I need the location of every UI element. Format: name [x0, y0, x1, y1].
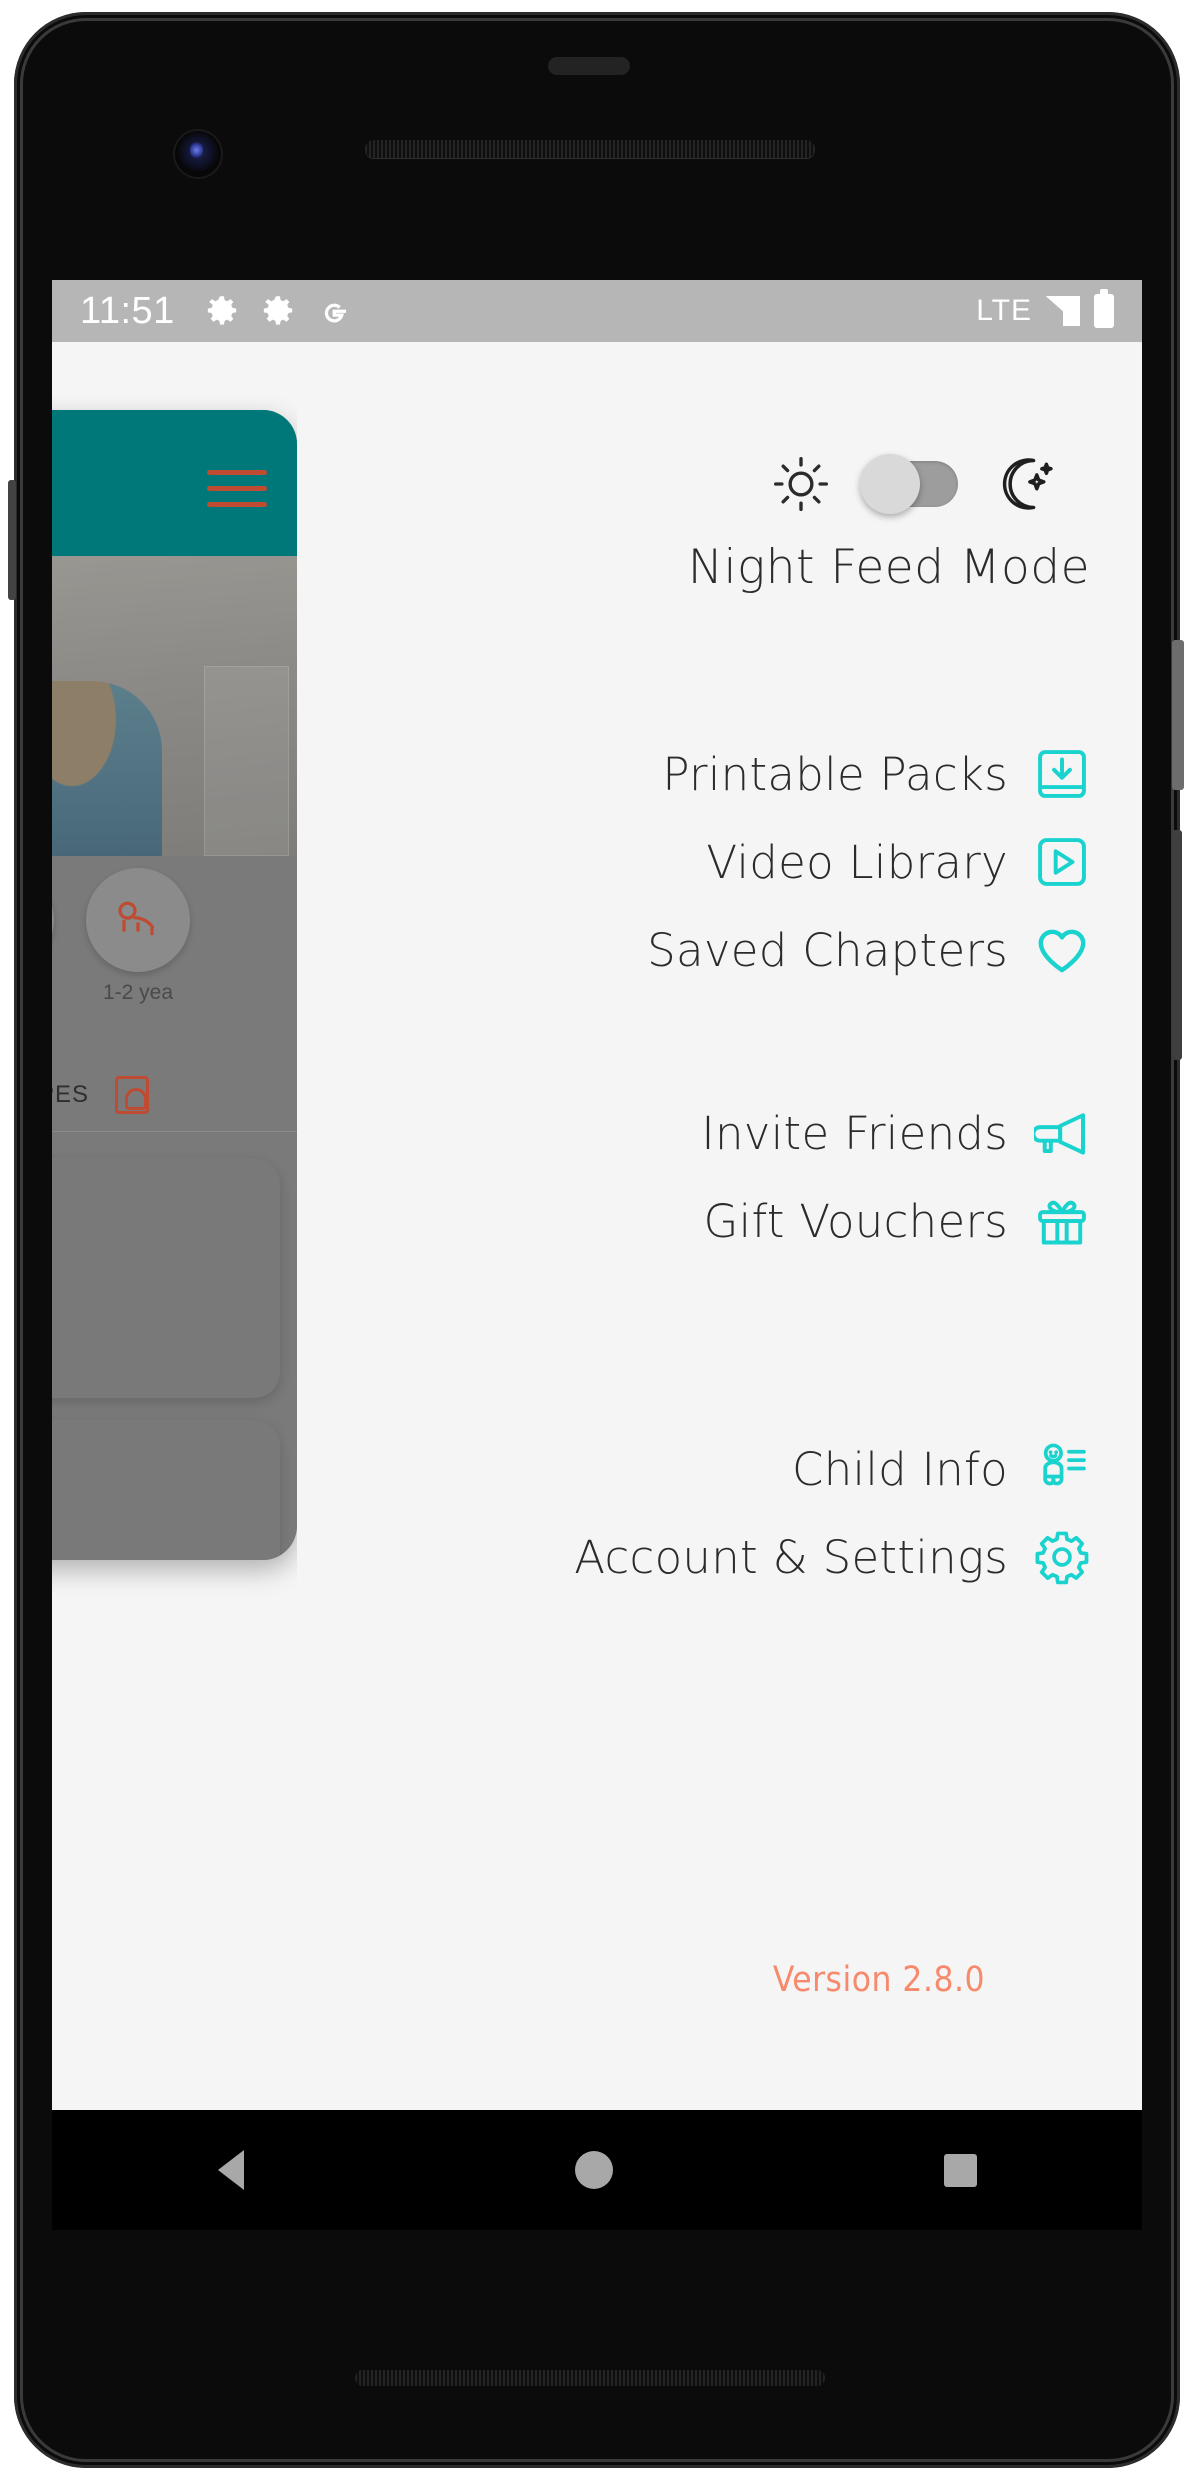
tab-label: RECIPES [52, 1080, 90, 1108]
menu-item-account-settings[interactable]: Account & Settings [297, 1513, 1090, 1601]
volume-button[interactable] [1172, 830, 1182, 1060]
tab-recipes[interactable]: RECIPES [52, 1076, 89, 1114]
night-feed-mode-block: Night Feed Mode [297, 452, 1090, 595]
status-system-icons: LTE [976, 289, 1114, 328]
menu-item-label: Printable Packs [662, 747, 1008, 801]
earpiece-speaker [365, 140, 815, 158]
bottom-speaker [355, 2370, 825, 2386]
background-app-preview[interactable]: a nths [52, 410, 297, 1560]
phone-screen: 11:51 LTE 1-2 yea ES Night Feed Mode Pri… [52, 280, 1142, 2110]
menu-item-label: Child Info [792, 1442, 1008, 1496]
network-type-label: LTE [976, 294, 1032, 327]
moon-stars-icon [1002, 458, 1053, 510]
android-nav-bar [52, 2110, 1142, 2230]
front-camera [175, 131, 221, 177]
age-pill-label: 1-2 yea [102, 981, 174, 1004]
power-button[interactable] [1172, 640, 1184, 790]
drawer-footer: © Louenna Version 2.8.0 [52, 1960, 1037, 2000]
baby-crawling-icon [86, 868, 190, 972]
menu-item-label: Video Library [706, 835, 1008, 889]
status-bar: 11:51 LTE [52, 280, 1142, 342]
background-card[interactable]: op! [52, 1420, 280, 1560]
top-notch [548, 57, 630, 75]
age-pill-label: 6-12 months [52, 981, 54, 1031]
gift-icon [1038, 1200, 1086, 1245]
night-feed-toggle[interactable] [860, 454, 958, 514]
gear-icon [263, 296, 292, 325]
night-feed-controls [770, 452, 1090, 516]
menu-item-invite-friends[interactable]: Invite Friends [297, 1089, 1090, 1177]
heart-icon [1038, 929, 1086, 973]
status-time: 11:51 [80, 289, 175, 332]
menu-item-saved-chapters[interactable]: Saved Chapters [297, 906, 1090, 994]
age-filter-row: nths 6-12 months [52, 862, 297, 1042]
hamburger-icon[interactable] [207, 470, 267, 518]
recents-square-icon[interactable] [943, 2153, 977, 2187]
play-box-icon [1038, 838, 1086, 886]
phone-device: 11:51 LTE 1-2 yea ES Night Feed Mode Pri… [0, 0, 1194, 2480]
menu-item-printable-packs[interactable]: Printable Packs [297, 730, 1090, 818]
menu-group-social: Invite Friends Gift Vouchers [297, 1089, 1090, 1265]
night-feed-label: Night Feed Mode [687, 540, 1090, 595]
back-triangle-icon[interactable] [217, 2150, 244, 2190]
background-tab-row: GS RECIPES [52, 1058, 297, 1132]
status-notification-icons [205, 294, 351, 328]
background-card[interactable]: na [52, 1158, 280, 1398]
baby-info-icon [1043, 1443, 1086, 1486]
tab-extra[interactable] [115, 1075, 150, 1114]
menu-group-account: Child Info Account & Settings [297, 1425, 1090, 1601]
home-circle-icon[interactable] [574, 2151, 613, 2189]
google-g-icon [324, 303, 346, 323]
signal-icon [1046, 296, 1080, 326]
toggle-knob [860, 454, 920, 514]
menu-item-label: Account & Settings [574, 1530, 1008, 1584]
app-content: a nths [52, 342, 1142, 2110]
menu-item-label: Invite Friends [701, 1106, 1008, 1160]
background-hero-photo [52, 556, 297, 856]
age-pill[interactable]: 1-2 yea [86, 868, 190, 1006]
baby-sitting-icon [52, 868, 54, 972]
menu-item-child-info[interactable]: Child Info [297, 1425, 1090, 1513]
download-box-icon [1038, 750, 1086, 798]
first-aid-icon [115, 1075, 150, 1114]
navigation-drawer: Night Feed Mode Printable Packs Video Li… [297, 342, 1142, 2110]
battery-icon [1094, 289, 1114, 328]
menu-item-label: Saved Chapters [647, 923, 1008, 977]
sun-icon [774, 457, 828, 511]
age-pill[interactable]: 6-12 months [52, 868, 54, 1031]
menu-item-label: Gift Vouchers [703, 1194, 1008, 1248]
megaphone-icon [1034, 1113, 1085, 1155]
menu-item-gift-vouchers[interactable]: Gift Vouchers [297, 1177, 1090, 1265]
menu-item-video-library[interactable]: Video Library [297, 818, 1090, 906]
version-text: Version 2.8.0 [772, 1960, 985, 2000]
menu-group-content: Printable Packs Video Library Saved Chap… [297, 730, 1090, 994]
gear-icon [1035, 1531, 1089, 1585]
left-side-button[interactable] [8, 480, 16, 600]
gear-icon [207, 296, 236, 325]
